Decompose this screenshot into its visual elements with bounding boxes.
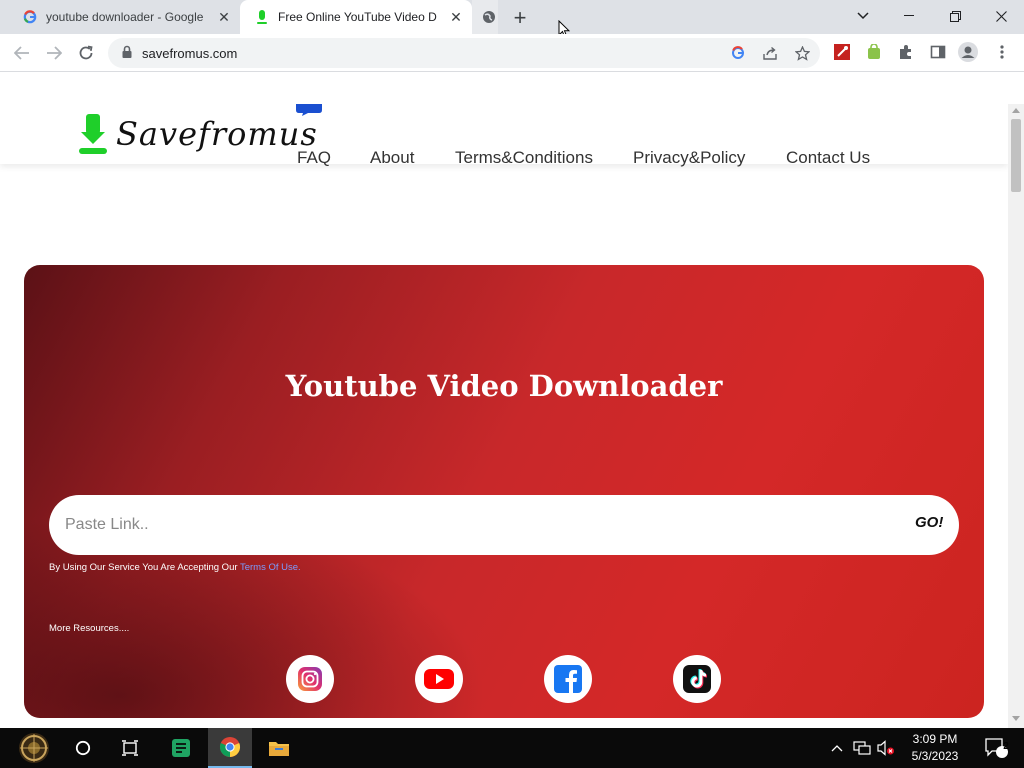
tab-search-chevron-icon[interactable] (840, 0, 886, 32)
show-hidden-icons-button[interactable] (826, 728, 848, 768)
chrome-menu-icon[interactable] (992, 42, 1012, 62)
clock-time: 3:09 PM (912, 732, 958, 746)
chevron-up-icon (831, 745, 843, 752)
page-scrollbar[interactable] (1008, 104, 1024, 728)
taskbar-chrome[interactable] (208, 728, 252, 768)
back-button[interactable] (8, 39, 36, 67)
nav-faq[interactable]: FAQ (297, 148, 331, 168)
close-window-button[interactable] (978, 0, 1024, 32)
tiktok-button[interactable] (673, 655, 721, 703)
system-clock[interactable]: 3:09 PM 5/3/2023 (900, 731, 970, 765)
extension-red-icon[interactable] (832, 42, 852, 62)
youtube-icon (424, 669, 454, 689)
url-text[interactable]: savefromus.com (142, 46, 237, 61)
share-icon[interactable] (760, 43, 780, 63)
globe-icon (482, 9, 496, 25)
google-translate-icon[interactable] (728, 43, 748, 63)
reload-button[interactable] (72, 39, 100, 67)
hero-shade (24, 265, 984, 718)
green-app-icon (172, 739, 190, 757)
cortana-circle-icon (75, 740, 91, 756)
facebook-icon (554, 665, 582, 693)
youtube-button[interactable] (415, 655, 463, 703)
terms-prefix: By Using Our Service You Are Accepting O… (49, 562, 238, 573)
minimize-button[interactable] (886, 0, 932, 32)
clock-date: 5/3/2023 (911, 749, 959, 763)
start-orb-icon (19, 733, 49, 763)
tab-title: youtube downloader - Google (46, 10, 204, 24)
profile-avatar-icon[interactable] (958, 42, 978, 62)
brand-name: Savefromus (116, 115, 318, 153)
close-tab-icon[interactable]: ✕ (216, 9, 232, 25)
start-button[interactable] (12, 728, 56, 768)
network-icon (853, 741, 871, 755)
bookmark-star-icon[interactable] (792, 43, 812, 63)
microphone-logo-icon (79, 114, 107, 154)
scroll-down-arrow-icon[interactable] (1012, 716, 1020, 721)
tab-savefromus[interactable]: Free Online YouTube Video D ✕ (240, 0, 472, 34)
site-header: Savefromus FAQ About Terms&Conditions Pr… (0, 104, 1008, 167)
instagram-button[interactable] (286, 655, 334, 703)
taskbar-green-app[interactable] (159, 728, 203, 768)
tab-google-search[interactable]: youtube downloader - Google ✕ (14, 0, 240, 34)
link-search-box: GO! (49, 495, 959, 555)
browser-toolbar: savefromus.com (0, 34, 1024, 72)
hero-title: Youtube Video Downloader (285, 369, 723, 403)
side-panel-icon[interactable] (928, 42, 948, 62)
address-bar[interactable]: savefromus.com (108, 38, 820, 68)
volume-button[interactable] (874, 728, 898, 768)
go-button[interactable]: GO! (915, 514, 943, 531)
extension-green-bag-icon[interactable] (864, 42, 884, 62)
facebook-button[interactable] (544, 655, 592, 703)
chrome-icon (219, 737, 241, 758)
site-logo[interactable]: Savefromus (78, 112, 318, 156)
action-center-button[interactable]: 2 (976, 728, 1016, 768)
tab-title: Free Online YouTube Video D (278, 10, 437, 24)
more-resources-label: More Resources.... (49, 623, 130, 634)
nav-privacy[interactable]: Privacy&Policy (633, 148, 745, 168)
terms-notice: By Using Our Service You Are Accepting O… (49, 562, 301, 573)
restore-button[interactable] (932, 0, 978, 32)
tab-third[interactable] (472, 0, 498, 34)
forward-button[interactable] (40, 39, 68, 67)
tiktok-icon (683, 665, 711, 693)
extensions-puzzle-icon[interactable] (896, 42, 916, 62)
paste-link-input[interactable] (65, 509, 885, 541)
windows-taskbar: 3:09 PM 5/3/2023 2 (0, 728, 1024, 768)
scroll-up-arrow-icon[interactable] (1012, 108, 1020, 113)
volume-muted-icon (877, 740, 894, 756)
google-icon (22, 9, 38, 25)
page-viewport: Savefromus FAQ About Terms&Conditions Pr… (0, 104, 1008, 728)
nav-about[interactable]: About (370, 148, 414, 168)
scrollbar-thumb[interactable] (1011, 119, 1021, 192)
notification-count: 2 (1003, 741, 1009, 752)
instagram-icon (298, 667, 322, 691)
tab-strip: youtube downloader - Google ✕ Free Onlin… (0, 0, 1024, 39)
terms-of-use-link[interactable]: Terms Of Use. (240, 562, 301, 573)
close-tab-icon[interactable]: ✕ (448, 9, 464, 25)
new-tab-button[interactable]: + (507, 5, 533, 31)
cortana-search-button[interactable] (61, 728, 105, 768)
savefromus-mic-icon (254, 9, 270, 25)
hero-section: Youtube Video Downloader GO! By Using Ou… (24, 265, 984, 718)
lock-icon[interactable] (120, 45, 134, 59)
folder-icon (269, 742, 289, 756)
chat-bubble-icon[interactable] (296, 104, 322, 116)
task-view-button[interactable] (108, 728, 152, 768)
network-button[interactable] (850, 728, 874, 768)
nav-contact[interactable]: Contact Us (786, 148, 870, 168)
nav-terms[interactable]: Terms&Conditions (455, 148, 593, 168)
task-view-icon (122, 740, 138, 756)
taskbar-file-explorer[interactable] (257, 728, 301, 768)
